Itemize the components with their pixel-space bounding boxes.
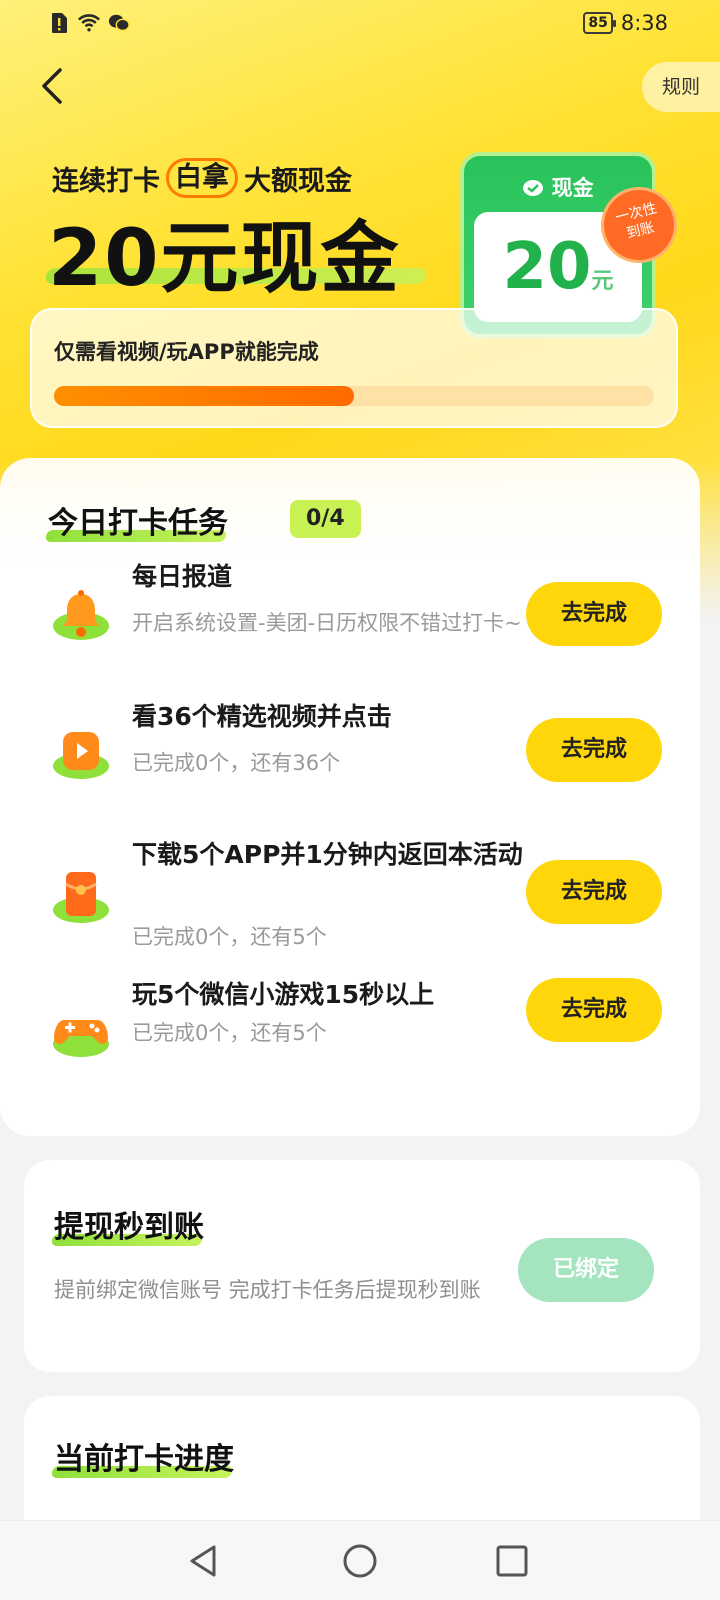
headline-suffix: 大额现金 bbox=[244, 165, 352, 197]
circle-home-icon bbox=[343, 1544, 377, 1578]
tasks-count-badge: 0/4 bbox=[290, 500, 361, 538]
status-bar: 85 8:38 bbox=[0, 0, 720, 48]
red-packet-icon bbox=[50, 866, 112, 928]
complete-task-button[interactable]: 去完成 bbox=[526, 978, 662, 1042]
task-row: 下载5个APP并1分钟内返回本活动 已完成0个，还有5个 去完成 bbox=[24, 836, 700, 966]
battery-indicator: 85 bbox=[583, 12, 617, 34]
complete-task-button[interactable]: 去完成 bbox=[526, 860, 662, 924]
wechat-icon bbox=[108, 12, 130, 34]
back-button[interactable] bbox=[34, 66, 74, 106]
triangle-back-icon bbox=[190, 1545, 216, 1577]
bell-icon bbox=[50, 584, 112, 646]
wifi-icon bbox=[78, 12, 100, 34]
clock: 8:38 bbox=[620, 11, 668, 35]
alert-sim-icon bbox=[48, 12, 70, 34]
task-subtext: 开启系统设置-美团-日历权限不错过打卡~ bbox=[132, 611, 522, 635]
wechat-pay-icon bbox=[523, 180, 544, 196]
hero-headline: 连续打卡 白拿 大额现金 bbox=[52, 158, 352, 198]
withdraw-title: 提现秒到账 bbox=[50, 1202, 204, 1246]
hero-big-title: 20元现金 bbox=[48, 214, 401, 304]
chevron-left-icon bbox=[42, 68, 62, 104]
nav-recents-button[interactable] bbox=[492, 1541, 532, 1581]
complete-task-button[interactable]: 去完成 bbox=[526, 718, 662, 782]
task-subtext: 已完成0个，还有36个 bbox=[132, 751, 341, 775]
withdraw-card: 提现秒到账 提前绑定微信账号 完成打卡任务后提现秒到账 已绑定 bbox=[24, 1160, 700, 1372]
play-icon bbox=[50, 722, 112, 784]
cash-label: 现金 bbox=[551, 176, 594, 200]
cash-unit: 元 bbox=[591, 269, 614, 294]
withdraw-subtext: 提前绑定微信账号 完成打卡任务后提现秒到账 bbox=[54, 1278, 481, 1302]
rules-button[interactable]: 规则 bbox=[642, 62, 720, 112]
task-row: 看36个精选视频并点击 已完成0个，还有36个 去完成 bbox=[24, 698, 700, 808]
task-row: 玩5个微信小游戏15秒以上 已完成0个，还有5个 去完成 bbox=[24, 976, 700, 1086]
progress-text: 仅需看视频/玩APP就能完成 bbox=[54, 340, 319, 364]
progress-track bbox=[54, 386, 654, 406]
complete-task-button[interactable]: 去完成 bbox=[526, 582, 662, 646]
bound-button[interactable]: 已绑定 bbox=[518, 1238, 654, 1302]
hero-progress-card: 仅需看视频/玩APP就能完成 bbox=[30, 308, 678, 428]
tasks-title: 今日打卡任务 bbox=[44, 498, 228, 542]
task-row: 每日报道 开启系统设置-美团-日历权限不错过打卡~ 去完成 bbox=[24, 558, 700, 678]
checkin-progress-title: 当前打卡进度 bbox=[50, 1434, 234, 1478]
system-nav-bar bbox=[0, 1520, 720, 1600]
tasks-card: 今日打卡任务 0/4 每日报道 开启系统设置-美团-日历权限不错过打卡~ 去完成… bbox=[0, 458, 700, 1136]
cash-amount: 20 bbox=[502, 230, 592, 304]
headline-prefix: 连续打卡 bbox=[52, 165, 160, 197]
task-name: 玩5个微信小游戏15秒以上 bbox=[132, 980, 435, 1009]
task-name: 下载5个APP并1分钟内返回本活动 bbox=[132, 840, 523, 869]
nav-home-button[interactable] bbox=[340, 1541, 380, 1581]
task-subtext: 已完成0个，还有5个 bbox=[132, 1021, 327, 1045]
square-recents-icon bbox=[496, 1545, 528, 1577]
task-subtext: 已完成0个，还有5个 bbox=[132, 925, 327, 949]
progress-fill bbox=[54, 386, 354, 406]
gamepad-icon bbox=[50, 1002, 112, 1064]
headline-circled: 白拿 bbox=[166, 158, 238, 198]
task-name: 看36个精选视频并点击 bbox=[132, 702, 392, 731]
nav-back-button[interactable] bbox=[184, 1541, 224, 1581]
task-name: 每日报道 bbox=[132, 562, 233, 591]
